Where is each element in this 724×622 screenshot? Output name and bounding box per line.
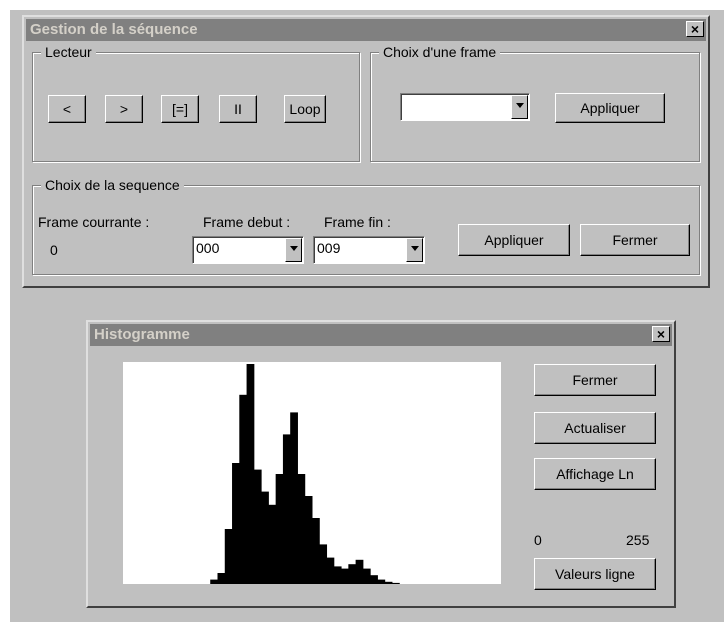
current-frame-label: Frame courrante : <box>38 214 150 230</box>
histogram-bar <box>391 582 400 584</box>
player-group: Lecteur < > [=] II Loop <box>32 44 360 162</box>
histogram-bar <box>253 469 262 584</box>
frame-choice-group-legend: Choix d'une frame <box>379 44 501 60</box>
close-sequence-button[interactable]: Fermer <box>580 224 690 256</box>
chevron-down-icon[interactable] <box>285 238 302 262</box>
start-frame-select-value: 000 <box>196 240 220 256</box>
start-frame-select[interactable]: 000 <box>192 236 304 264</box>
range-max-label: 255 <box>626 532 650 548</box>
loop-button[interactable]: Loop <box>284 95 326 123</box>
pause-button[interactable]: II <box>219 95 257 123</box>
histogram-bar <box>348 564 357 584</box>
chevron-down-icon[interactable] <box>511 95 528 119</box>
apply-frame-button[interactable]: Appliquer <box>555 93 665 123</box>
histogram-bar <box>275 474 284 584</box>
histogram-bar <box>217 573 226 584</box>
histogram-window-titlebar[interactable]: Histogramme × <box>90 324 672 346</box>
player-group-legend: Lecteur <box>41 44 96 60</box>
histogram-bar <box>282 434 291 584</box>
close-icon: × <box>690 21 700 37</box>
histogram-bar <box>297 474 306 584</box>
start-frame-label: Frame debut : <box>203 214 291 230</box>
end-frame-select-value: 009 <box>317 240 341 256</box>
next-frame-button[interactable]: > <box>105 95 143 123</box>
histogram-bar <box>333 566 342 584</box>
histogram-bar <box>312 518 320 584</box>
histogram-bar <box>384 581 393 584</box>
refresh-button[interactable]: Actualiser <box>534 412 656 444</box>
histogram-window-close-button[interactable]: × <box>652 326 670 342</box>
histogram-bar <box>210 579 218 584</box>
sequence-window: Gestion de la séquence × Lecteur < > [=]… <box>22 15 710 288</box>
range-min-label: 0 <box>534 532 542 548</box>
frame-select[interactable] <box>400 93 530 121</box>
current-frame-value: 0 <box>50 242 58 258</box>
apply-sequence-button[interactable]: Appliquer <box>458 224 570 256</box>
histogram-bar <box>377 579 386 584</box>
histogram-window-title: Histogramme <box>94 326 190 343</box>
histogram-bar <box>319 544 328 584</box>
sequence-choice-group: Choix de la sequence Frame courrante : 0… <box>32 177 700 275</box>
log-display-button[interactable]: Affichage Ln <box>534 458 656 490</box>
histogram-bar <box>370 575 378 584</box>
stop-button[interactable]: [=] <box>161 95 199 123</box>
histogram-bar <box>290 412 298 584</box>
histogram-bar <box>224 529 233 584</box>
histogram-bar <box>304 496 313 584</box>
close-icon: × <box>656 326 666 342</box>
sequence-window-close-button[interactable]: × <box>686 21 704 37</box>
frame-choice-group: Choix d'une frame Appliquer <box>370 44 700 162</box>
histogram-bar <box>268 504 277 584</box>
histogram-bar <box>232 463 240 584</box>
histogram-plot <box>123 362 501 584</box>
sequence-window-title: Gestion de la séquence <box>30 21 198 38</box>
sequence-window-titlebar[interactable]: Gestion de la séquence × <box>26 19 706 41</box>
histogram-bar <box>341 568 349 584</box>
histogram-bar <box>239 394 248 584</box>
end-frame-select[interactable]: 009 <box>313 236 425 264</box>
histogram-bar <box>355 559 364 584</box>
histogram-bar <box>261 491 269 584</box>
previous-frame-button[interactable]: < <box>48 95 86 123</box>
histogram-window: Histogramme × Fermer Actualiser Affichag… <box>86 320 676 608</box>
chevron-down-icon[interactable] <box>406 238 423 262</box>
end-frame-label: Frame fin : <box>324 214 391 230</box>
line-values-button[interactable]: Valeurs ligne <box>534 558 656 590</box>
histogram-chart <box>210 364 400 584</box>
sequence-choice-group-legend: Choix de la sequence <box>41 177 184 193</box>
histogram-bar <box>246 364 255 584</box>
histogram-bar <box>362 568 371 584</box>
histogram-bar <box>326 557 335 584</box>
close-histogram-button[interactable]: Fermer <box>534 364 656 396</box>
